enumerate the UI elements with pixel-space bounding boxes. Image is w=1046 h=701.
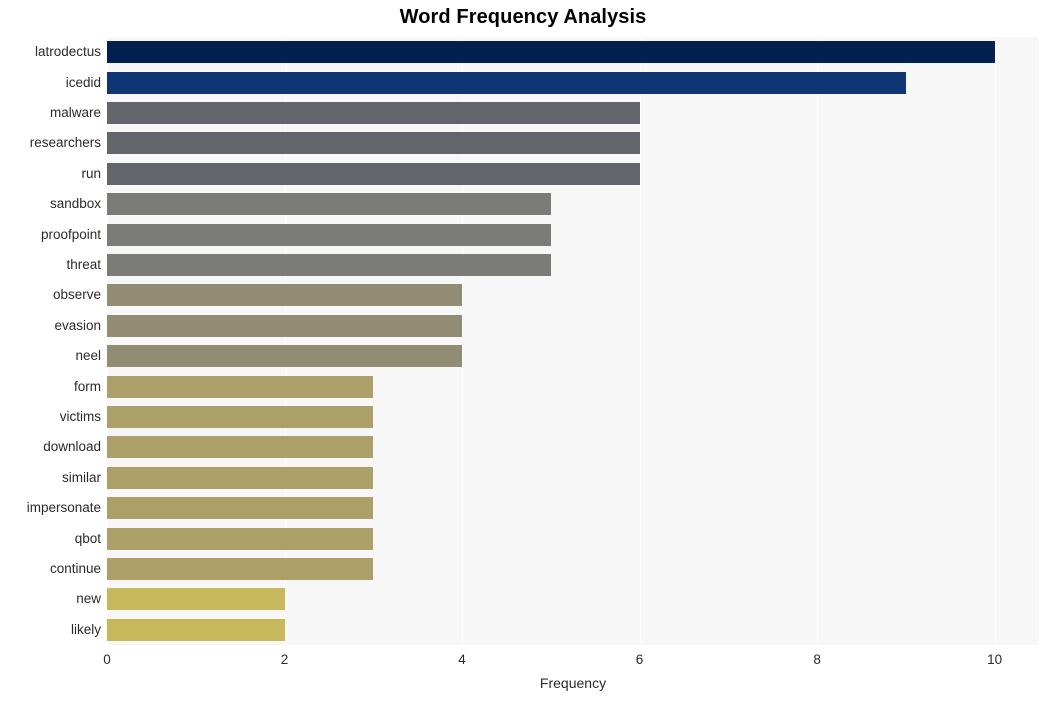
bar[interactable] bbox=[107, 162, 640, 185]
y-axis-tick-label: neel bbox=[75, 348, 101, 364]
bar[interactable] bbox=[107, 558, 374, 580]
y-axis-tick-label: proofpoint bbox=[40, 226, 101, 242]
y-axis-tick-label: victims bbox=[59, 409, 101, 424]
x-axis-tick-label: 0 bbox=[103, 652, 111, 667]
gridline bbox=[107, 37, 108, 645]
x-axis-title: Frequency bbox=[539, 675, 607, 691]
word-frequency-chart: Word Frequency Analysis latrodectus icedi… bbox=[0, 0, 1046, 701]
x-axis-tick-labels: 0 2 4 6 8 10 bbox=[103, 645, 1039, 675]
x-axis-tick-label: 8 bbox=[813, 652, 821, 667]
x-axis-tick-label: 2 bbox=[280, 652, 289, 667]
bar[interactable] bbox=[107, 436, 374, 459]
bar[interactable] bbox=[107, 223, 551, 246]
bar[interactable] bbox=[107, 375, 374, 398]
gridline bbox=[639, 37, 641, 645]
gridline bbox=[817, 37, 819, 645]
x-axis-tick-label: 10 bbox=[987, 652, 1003, 667]
x-axis-tick-label: 6 bbox=[635, 652, 644, 667]
bar[interactable] bbox=[107, 71, 906, 94]
y-axis-tick-label: evasion bbox=[54, 317, 101, 333]
bar[interactable] bbox=[107, 102, 640, 124]
x-axis-tick-label: 4 bbox=[458, 652, 466, 667]
bar[interactable] bbox=[107, 345, 463, 368]
y-axis-tick-label: malware bbox=[49, 105, 101, 120]
y-axis-tick-label: run bbox=[81, 165, 101, 181]
y-axis-tick-label: download bbox=[43, 439, 101, 455]
gridline bbox=[994, 37, 996, 645]
y-axis-tick-label: continue bbox=[49, 561, 101, 576]
y-axis-tick-label: sandbox bbox=[49, 196, 101, 212]
y-axis-tick-label: form bbox=[74, 378, 101, 394]
gridline bbox=[284, 37, 286, 645]
bar[interactable] bbox=[107, 41, 995, 64]
bar[interactable] bbox=[107, 254, 551, 276]
y-axis-tick-label: similar bbox=[62, 469, 101, 485]
gridline bbox=[462, 37, 464, 645]
y-axis-tick-label: latrodectus bbox=[34, 44, 101, 60]
bar[interactable] bbox=[107, 193, 551, 216]
plot-area bbox=[107, 37, 1039, 645]
bar[interactable] bbox=[107, 466, 374, 489]
y-axis-tick-label: icedid bbox=[65, 74, 101, 90]
bar[interactable] bbox=[107, 314, 463, 337]
chart-title: Word Frequency Analysis bbox=[399, 6, 647, 28]
y-axis-tick-label: observe bbox=[52, 287, 101, 303]
y-axis-tick-label: impersonate bbox=[26, 500, 101, 516]
bar[interactable] bbox=[107, 132, 640, 155]
bar[interactable] bbox=[107, 618, 285, 641]
y-axis-tick-label: threat bbox=[66, 257, 101, 272]
bar[interactable] bbox=[107, 588, 285, 611]
y-axis-tick-labels: latrodectus icedid malware researchers run sa… bbox=[0, 37, 101, 645]
bar[interactable] bbox=[107, 284, 463, 307]
bar[interactable] bbox=[107, 497, 374, 520]
bar[interactable] bbox=[107, 527, 374, 550]
bar[interactable] bbox=[107, 406, 374, 428]
y-axis-tick-label: qbot bbox=[74, 530, 101, 546]
y-axis-tick-label: new bbox=[76, 591, 101, 607]
y-axis-tick-label: likely bbox=[70, 621, 101, 637]
y-axis-tick-label: researchers bbox=[29, 135, 101, 151]
